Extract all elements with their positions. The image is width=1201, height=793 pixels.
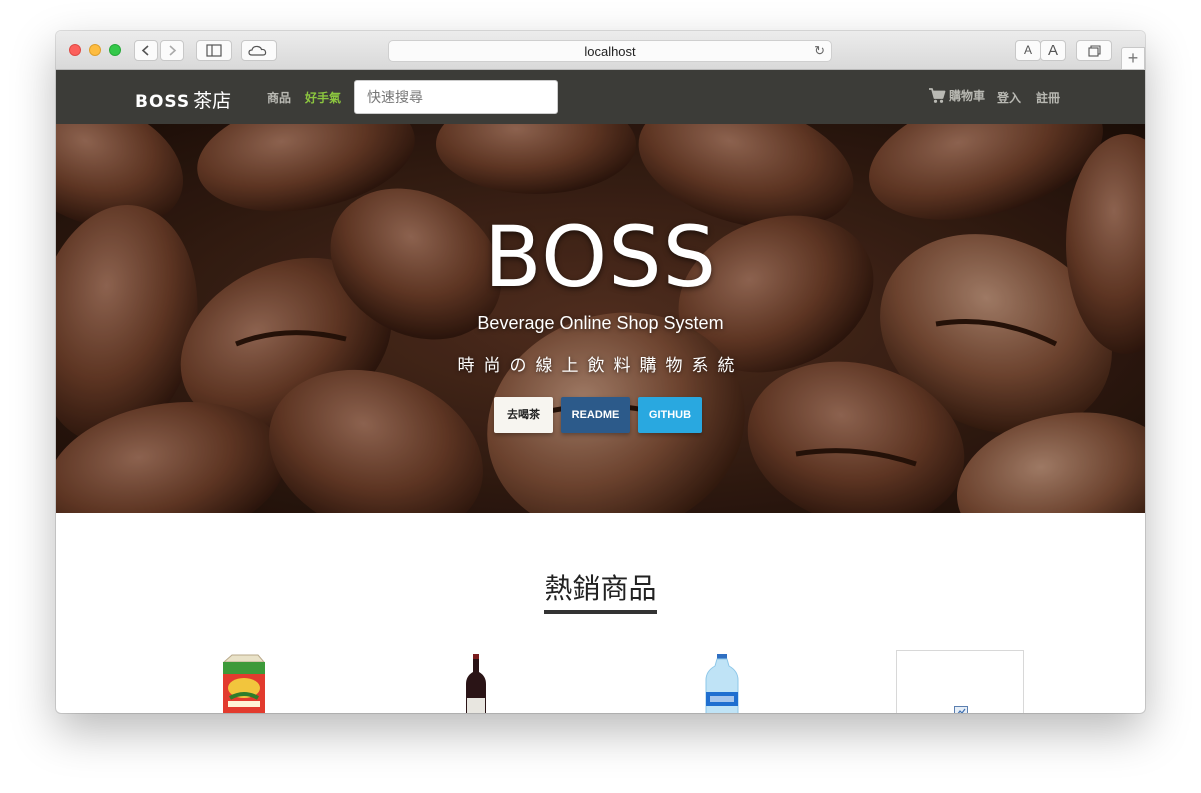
increase-font-button[interactable]: A: [1040, 40, 1066, 61]
hero-banner: BOSS Beverage Online Shop System 時尚の線上飲料…: [56, 124, 1145, 513]
back-button[interactable]: [134, 40, 158, 61]
water-bottle-icon: [705, 654, 739, 713]
sidebar-icon: [206, 44, 222, 57]
github-button[interactable]: GITHUB: [638, 397, 702, 433]
close-window-button[interactable]: [69, 44, 81, 56]
cart-link[interactable]: 購物車: [928, 87, 985, 104]
zoom-window-button[interactable]: [109, 44, 121, 56]
tabs-overview-icon: [1088, 45, 1101, 57]
new-tab-button[interactable]: +: [1121, 47, 1145, 70]
address-bar-url: localhost: [584, 44, 636, 59]
broken-image-icon: [954, 706, 968, 713]
nav-link-products[interactable]: 商品: [267, 89, 291, 106]
browser-toolbar: localhost ↻ A A +: [56, 31, 1145, 70]
icloud-tabs-button[interactable]: [241, 40, 277, 61]
brand-name-en: BOSS: [135, 92, 191, 112]
sidebar-toggle-button[interactable]: [196, 40, 232, 61]
nav-link-login[interactable]: 登入: [997, 89, 1021, 106]
decrease-font-button[interactable]: A: [1015, 40, 1041, 61]
show-tabs-button[interactable]: [1076, 40, 1112, 61]
reload-icon[interactable]: ↻: [814, 43, 825, 59]
nav-link-register[interactable]: 註冊: [1036, 89, 1060, 106]
product-card-4[interactable]: [896, 650, 1024, 713]
brand-logo[interactable]: BOSS 茶店: [135, 86, 231, 113]
chevron-left-icon: [141, 45, 149, 56]
cart-icon: [929, 88, 946, 103]
wine-bottle-icon: [466, 654, 486, 713]
search-input[interactable]: [354, 80, 558, 114]
chevron-right-icon: [169, 45, 177, 56]
readme-button[interactable]: README: [561, 397, 630, 433]
hero-tagline: 時尚の線上飲料購物系統: [457, 356, 744, 375]
cloud-icon: [248, 45, 267, 56]
hero-subtitle: Beverage Online Shop System: [477, 313, 724, 333]
bestsellers-title: 熱銷商品: [544, 572, 657, 614]
minimize-window-button[interactable]: [89, 44, 101, 56]
forward-button[interactable]: [160, 40, 184, 61]
brand-name-zh: 茶店: [193, 91, 232, 112]
site-navbar: BOSS茶店 商品 好手氣 購物車 登入 註冊: [56, 70, 1145, 124]
product-card-1[interactable]: [220, 654, 268, 713]
product-card-3[interactable]: [704, 654, 740, 713]
juice-box-icon: [222, 654, 266, 713]
cart-label: 購物車: [949, 89, 986, 103]
hero-title: BOSS: [484, 208, 717, 306]
address-bar[interactable]: localhost ↻: [388, 40, 832, 62]
go-drink-tea-button[interactable]: 去喝茶: [494, 397, 553, 433]
product-card-2[interactable]: [465, 654, 487, 713]
bestsellers-heading: 熱銷商品: [56, 572, 1145, 614]
nav-link-lucky[interactable]: 好手氣: [305, 89, 341, 106]
browser-window: localhost ↻ A A + BOSS茶店 商品 好手氣 購物車 登入 註…: [56, 31, 1145, 713]
